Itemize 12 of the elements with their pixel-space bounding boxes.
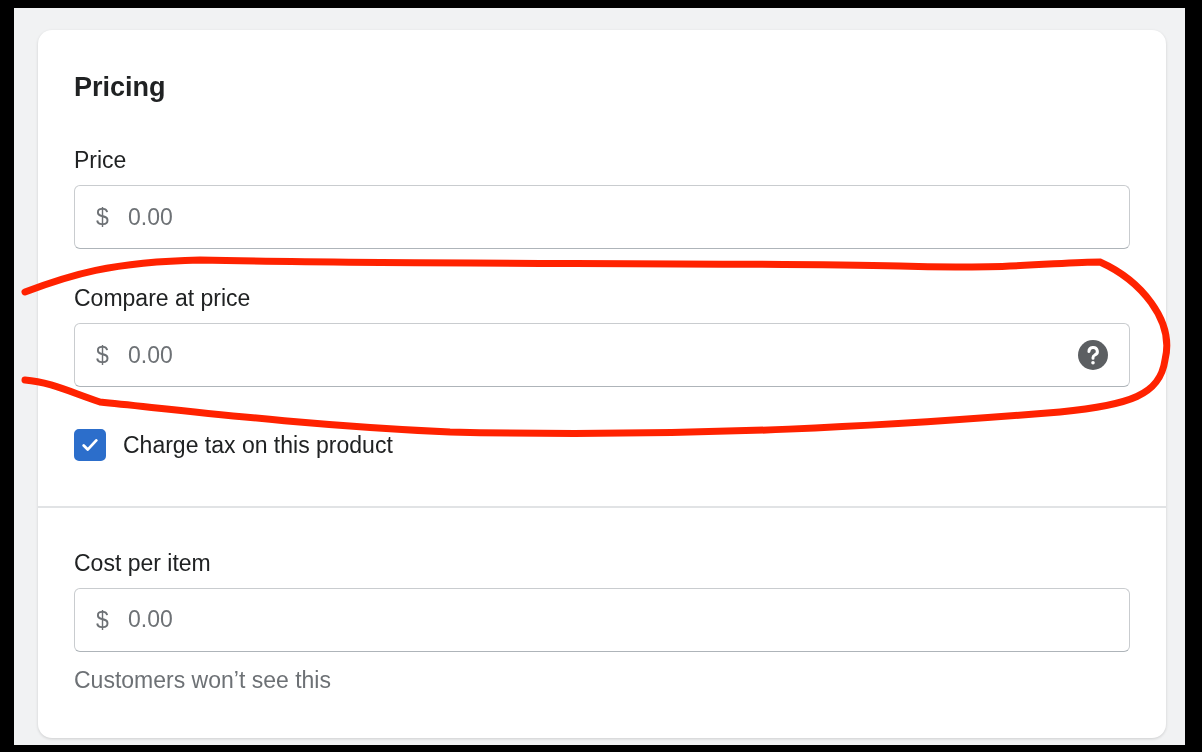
checkmark-icon	[82, 439, 98, 451]
field-label: Cost per item	[74, 549, 212, 577]
help-icon[interactable]	[1078, 340, 1108, 370]
field-label: Compare at price	[74, 285, 252, 312]
currency-prefix: $	[96, 204, 109, 230]
currency-prefix: $	[96, 342, 109, 368]
currency-prefix: $	[96, 606, 109, 633]
help-text: Customers won’t see this	[74, 666, 332, 694]
checkbox[interactable]	[74, 429, 106, 461]
field-label: Price	[74, 147, 128, 174]
checkbox-label: Charge tax on this product	[123, 431, 393, 459]
card-title: Pricing	[74, 72, 167, 103]
